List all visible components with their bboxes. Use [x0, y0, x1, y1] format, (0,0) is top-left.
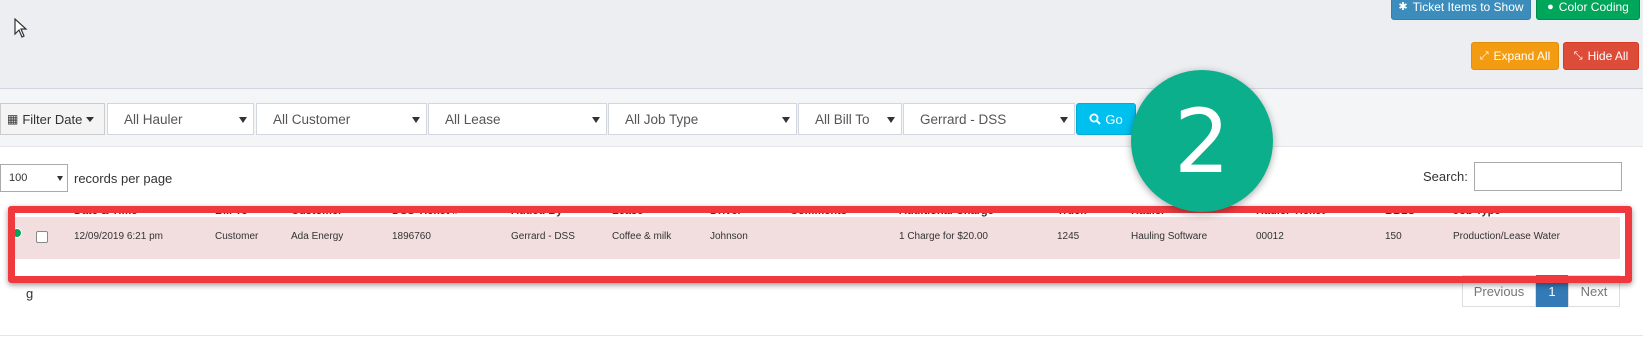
- filter-date-dropdown[interactable]: ▦ Filter Date: [0, 103, 105, 135]
- color-coding-button[interactable]: ● Color Coding: [1536, 0, 1640, 20]
- highlight-annotation-box: [8, 206, 1632, 283]
- expand-icon: ⤢: [1479, 49, 1489, 62]
- mouse-cursor-icon: [14, 18, 28, 38]
- search-icon: [1089, 113, 1102, 125]
- added-by-select[interactable]: Gerrard - DSS: [903, 103, 1075, 135]
- bill-to-select[interactable]: All Bill To: [798, 103, 902, 135]
- showing-entries-text: g: [26, 286, 34, 301]
- records-per-page-select[interactable]: 100: [0, 164, 68, 192]
- lease-select[interactable]: All Lease: [428, 103, 607, 135]
- records-per-page: 100 records per page: [0, 164, 172, 192]
- ticket-items-to-show-button[interactable]: ✱ Ticket Items to Show: [1391, 0, 1531, 20]
- go-button[interactable]: Go: [1076, 103, 1136, 135]
- chevron-down-icon: [887, 117, 895, 123]
- gear-icon: ✱: [1398, 0, 1408, 13]
- chevron-down-icon: [57, 176, 63, 181]
- compress-icon: ⤡: [1573, 49, 1583, 62]
- hide-all-button[interactable]: ⤡ Hide All: [1563, 42, 1639, 70]
- calendar-icon: ▦: [7, 112, 19, 126]
- chevron-down-icon: [592, 117, 600, 123]
- filter-bar: ▦ Filter Date All Hauler All Customer Al…: [0, 89, 1643, 147]
- table-search: Search:: [1423, 162, 1622, 191]
- expand-all-button[interactable]: ⤢ Expand All: [1471, 42, 1559, 70]
- step-number-badge: 2: [1131, 70, 1273, 212]
- hauler-select[interactable]: All Hauler: [107, 103, 254, 135]
- caret-down-icon: [86, 116, 95, 122]
- chevron-down-icon: [412, 117, 420, 123]
- chevron-down-icon: [1060, 117, 1068, 123]
- customer-select[interactable]: All Customer: [256, 103, 427, 135]
- divider: [0, 335, 1643, 336]
- drop-icon: ●: [1547, 0, 1554, 13]
- chevron-down-icon: [239, 117, 247, 123]
- chevron-down-icon: [782, 117, 790, 123]
- search-input[interactable]: [1473, 162, 1622, 191]
- job-type-select[interactable]: All Job Type: [608, 103, 797, 135]
